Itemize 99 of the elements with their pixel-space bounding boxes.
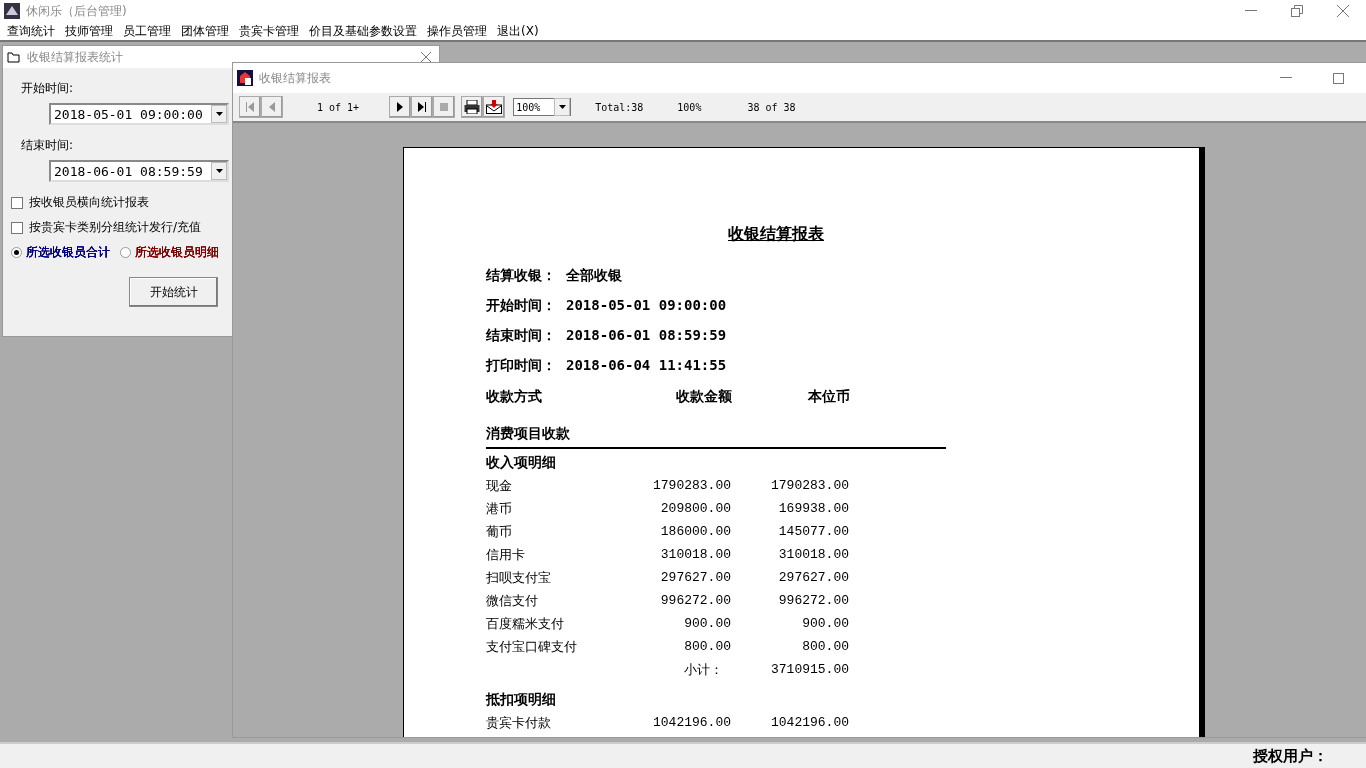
table-cell-text: 港币 (486, 499, 513, 518)
table-cell-text: 微信支付 (486, 591, 539, 610)
close-icon[interactable] (421, 52, 431, 62)
table-cell-text: 1790283.00 (652, 478, 731, 493)
table-cell-text: 贵宾卡付款 (486, 713, 552, 732)
menu-item[interactable]: 操作员管理 (422, 22, 492, 40)
header-label: 结束时间： (486, 327, 556, 345)
checkbox-label: 按贵宾卡类别分组统计发行/充值 (29, 219, 202, 236)
column-header: 收款金额 (675, 388, 732, 406)
minimize-icon (1280, 77, 1292, 79)
table-cell-text: 800.00 (683, 639, 731, 654)
zoom-percent: 100% (677, 101, 702, 113)
menu-item[interactable]: 退出(X) (492, 22, 544, 40)
triangle-left-icon (269, 102, 275, 112)
table-cell-text: 186000.00 (659, 524, 731, 539)
window-title: 收银结算报表统计 (27, 48, 124, 66)
last-page-button[interactable] (411, 96, 434, 118)
total-count: Total:38 (595, 101, 644, 113)
page-indicator: 1 of 1+ (317, 101, 360, 113)
previous-page-button[interactable] (261, 96, 283, 118)
maximize-icon (1332, 72, 1344, 84)
table-cell-text: 297627.00 (777, 570, 849, 585)
next-page-button[interactable] (389, 96, 412, 118)
header-value: 2018-06-01 08:59:59 (566, 327, 727, 345)
print-button[interactable] (461, 96, 484, 118)
group-title: 抵扣项明细 (486, 691, 556, 707)
radio-label: 所选收银员合计 (26, 244, 110, 261)
table-cell-text: 百度糯米支付 (486, 614, 565, 633)
table-cell-text: 800.00 (801, 639, 849, 654)
table-cell-text: 996272.00 (777, 593, 849, 608)
table-cell-text: 209800.00 (659, 501, 731, 516)
menu-item[interactable]: 查询统计 (2, 22, 60, 40)
subtotal-value: 3710915.00 (770, 662, 849, 677)
field-label: 开始时间: (21, 80, 75, 97)
table-cell-text: 297627.00 (659, 570, 731, 585)
table-cell-text: 169938.00 (777, 501, 849, 516)
square-icon (440, 103, 449, 111)
header-label: 打印时间： (486, 357, 556, 375)
printer-icon (464, 100, 481, 114)
header-value: 2018-05-01 09:00:00 (566, 297, 727, 315)
header-value: 2018-06-04 11:41:55 (566, 357, 727, 375)
envelope-icon (486, 100, 503, 114)
menu-item[interactable]: 价目及基础参数设置 (304, 22, 422, 40)
table-cell-text: 支付宝口碑支付 (486, 637, 578, 656)
window-title: 收银结算报表 (259, 69, 332, 87)
header-label: 结算收银： (486, 267, 556, 285)
table-cell-text: 900.00 (683, 616, 731, 631)
window-title: 休闲乐（后台管理) (26, 2, 128, 20)
datetime-field[interactable]: 2018-06-01 08:59:59 (49, 160, 229, 182)
caret-icon (215, 169, 223, 173)
close-icon (1337, 5, 1349, 17)
column-header: 本位币 (807, 388, 850, 406)
table-cell-text: 1790283.00 (770, 478, 849, 493)
menu-item[interactable]: 贵宾卡管理 (234, 22, 304, 40)
zoom-dropdown[interactable]: 100% (513, 98, 572, 116)
table-cell-text: 310018.00 (659, 547, 731, 562)
radio-button[interactable] (120, 247, 131, 258)
checkbox[interactable] (11, 221, 23, 234)
checkbox-label: 按收银员横向统计报表 (29, 194, 149, 211)
radio-label: 所选收银员明细 (135, 244, 219, 261)
table-cell-text: 900.00 (801, 616, 849, 631)
menu-item[interactable]: 团体管理 (176, 22, 234, 40)
report-title: 收银结算报表 (728, 224, 824, 245)
field-label: 结束时间: (21, 137, 75, 154)
table-cell-text: 现金 (486, 476, 513, 495)
header-value: 全部收银 (566, 267, 622, 285)
last-page-icon (418, 102, 427, 112)
restore-icon (1291, 5, 1303, 17)
table-cell-text: 996272.00 (659, 593, 731, 608)
table-cell-text: 145077.00 (777, 524, 849, 539)
minimize-icon (1245, 10, 1257, 12)
table-cell-text: 扫呗支付宝 (486, 568, 552, 587)
table-cell-text: 310018.00 (777, 547, 849, 562)
checkbox[interactable] (11, 196, 23, 209)
triangle-right-icon (397, 102, 404, 112)
subtotal-label: 小计： (683, 660, 724, 679)
caret-icon (215, 112, 223, 116)
caret-icon (558, 105, 566, 109)
first-page-button[interactable] (239, 96, 261, 118)
start-button[interactable]: 开始统计 (129, 277, 218, 307)
column-header: 收款方式 (486, 388, 543, 406)
datetime-field[interactable]: 2018-05-01 09:00:00 (49, 103, 229, 125)
status-label: 授权用户： (1253, 746, 1328, 766)
first-page-icon (246, 102, 254, 112)
record-count: 38 of 38 (747, 101, 796, 113)
group-title: 收入项明细 (486, 454, 556, 470)
table-cell-text: 葡币 (486, 522, 513, 541)
radio-button[interactable] (11, 247, 22, 258)
table-cell-text: 1042196.00 (652, 715, 731, 730)
menu-item[interactable]: 员工管理 (118, 22, 176, 40)
report-icon (237, 70, 253, 86)
header-label: 开始时间： (486, 297, 556, 315)
app-icon (4, 3, 20, 19)
menu-item[interactable]: 技师管理 (60, 22, 118, 40)
table-cell-text: 1042196.00 (770, 715, 849, 730)
folder-icon (7, 51, 21, 63)
export-button[interactable] (483, 96, 506, 118)
table-cell-text: 信用卡 (486, 545, 526, 564)
section-title: 消费项目收款 (486, 425, 570, 441)
